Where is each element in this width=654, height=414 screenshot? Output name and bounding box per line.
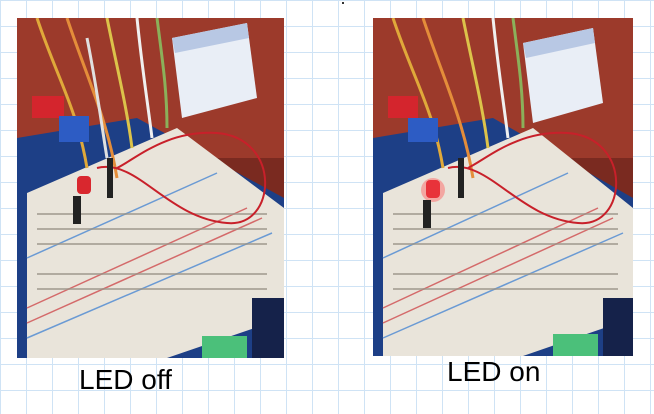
breadboard-photo-on xyxy=(373,18,633,356)
breadboard-photo-off xyxy=(17,18,284,358)
photo-led-on xyxy=(373,18,633,356)
caption-led-on: LED on xyxy=(447,356,541,387)
photo-led-off xyxy=(17,18,284,358)
stray-dot xyxy=(342,2,344,4)
caption-led-off: LED off xyxy=(79,364,172,395)
